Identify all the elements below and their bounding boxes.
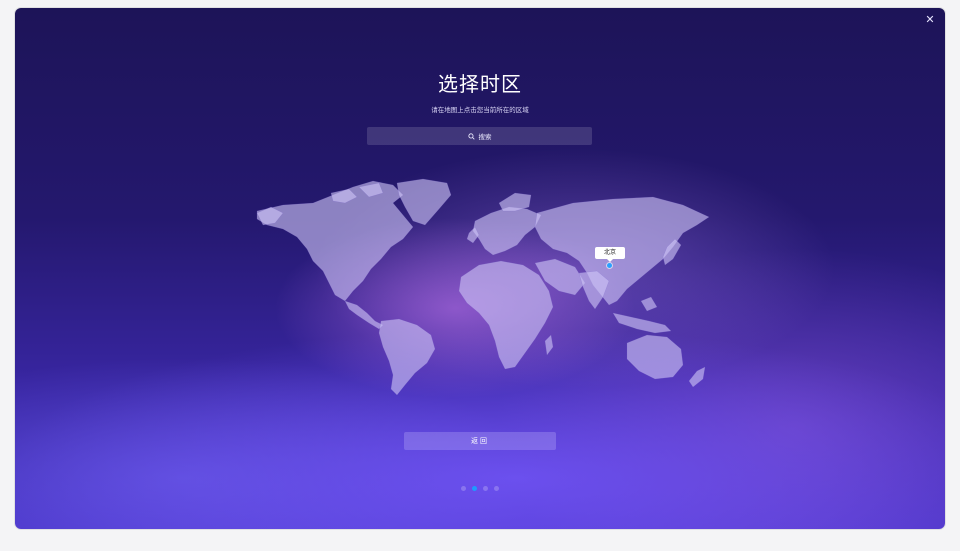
- search-icon: [467, 132, 475, 140]
- installer-window: ✕ 选择时区 请在地图上点击您当前所在的区域 搜索 北京 返回: [15, 8, 945, 529]
- page-dot: [483, 486, 488, 491]
- continent-south-america: [378, 318, 436, 396]
- city-tooltip: 北京: [595, 247, 625, 262]
- madagascar: [544, 334, 554, 356]
- page-dot-active: [472, 486, 477, 491]
- southeast-asia-islands: [612, 296, 672, 334]
- search-box[interactable]: 搜索: [367, 127, 592, 145]
- close-icon: ✕: [925, 13, 935, 26]
- continent-europe: [472, 206, 542, 256]
- search-label: 搜索: [478, 133, 492, 141]
- world-map[interactable]: [253, 173, 709, 403]
- continent-central-america: [344, 300, 384, 330]
- scandinavia: [498, 192, 532, 212]
- location-marker[interactable]: [607, 263, 612, 268]
- continent-australia: [626, 334, 684, 380]
- page-title: 选择时区: [438, 72, 522, 96]
- page-dot: [461, 486, 466, 491]
- continent-africa: [458, 260, 554, 370]
- back-button[interactable]: 返回: [404, 432, 556, 450]
- close-button[interactable]: ✕: [923, 13, 937, 27]
- page-dot: [494, 486, 499, 491]
- page-subtitle: 请在地图上点击您当前所在的区域: [431, 106, 529, 114]
- new-zealand: [688, 366, 706, 388]
- pagination-dots: [15, 486, 945, 491]
